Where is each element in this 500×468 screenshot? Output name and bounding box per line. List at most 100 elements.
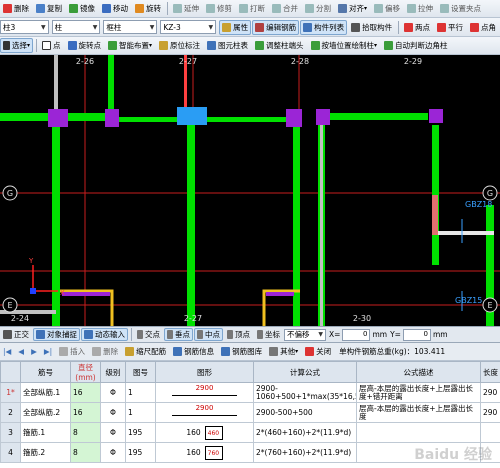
move-button[interactable]: 移动 (99, 1, 131, 16)
table-row[interactable]: 1* 全部纵筋.1 16 Φ 1 2900 2900-1060+500+1*ma… (0, 382, 500, 403)
pick-component-button[interactable]: 拾取构件 (348, 20, 395, 35)
column-header[interactable]: 直径(mm) (70, 361, 101, 383)
smart-layout-button[interactable]: 智能布置 ▾ (105, 38, 155, 53)
delete-row-button[interactable]: 删除 (89, 344, 121, 359)
rebar-library-button[interactable]: 钢筋图库 (218, 344, 265, 359)
row-number[interactable]: 4 (0, 442, 21, 463)
rotate-button[interactable]: 旋转 (132, 1, 164, 16)
rebar-info-button[interactable]: 钢筋信息 (170, 344, 217, 359)
draw-by-wall-button[interactable]: 按墙位置绘制柱 ▾ (308, 38, 381, 53)
object-snap-toggle[interactable]: 对象捕捉 (33, 328, 80, 341)
delete-button[interactable]: 删除 (0, 1, 32, 16)
shape-cell[interactable]: 2900 (155, 382, 254, 403)
figure-number-cell[interactable]: 1 (125, 402, 156, 423)
table-row[interactable]: 3 箍筋.1 8 Φ 195 160 460 2*(460+160)+2*(11.… (0, 422, 500, 443)
diameter-cell[interactable]: 8 (70, 422, 101, 443)
description-cell[interactable]: 层高-本层的露出长度+上层露出长度+错开距离 (356, 382, 481, 403)
description-cell[interactable]: 层高-本层的露出长度+上层露出长度 (356, 402, 481, 423)
align-button[interactable]: 对齐 ▾ (335, 1, 370, 16)
column-header[interactable]: 图号 (125, 361, 156, 383)
in-place-annotation-button[interactable]: 原位标注 (156, 38, 203, 53)
shape-cell[interactable]: 160 460 (155, 422, 254, 443)
drawing-canvas[interactable]: 2-26 2-27 2-28 2-29 2-24 2-27 2-30 G E G… (0, 55, 500, 326)
name-select[interactable]: KZ-3 ▼ (160, 20, 217, 34)
copy-button[interactable]: 复制 (33, 1, 65, 16)
figure-number-cell[interactable]: 195 (125, 442, 156, 463)
split-button[interactable]: 分割 (302, 1, 334, 16)
category-select[interactable]: 柱 ▼ (51, 20, 101, 34)
grade-cell[interactable]: Φ (100, 422, 126, 443)
column-header[interactable]: 公式描述 (356, 361, 481, 383)
grade-cell[interactable]: Φ (100, 442, 126, 463)
offset-mode-select[interactable]: 不偏移 ▼ (284, 328, 326, 341)
select-button[interactable]: 选择 ▾ (0, 38, 34, 53)
row-number[interactable]: 3 (0, 422, 21, 443)
shape-cell[interactable]: 160 760 (155, 442, 254, 463)
formula-cell[interactable]: 2900-1060+500+1*max(35*16,500) (253, 382, 357, 403)
grade-cell[interactable]: Φ (100, 382, 126, 403)
prev-record-button[interactable]: ◀ (15, 344, 27, 359)
y-input[interactable]: 0 (402, 328, 431, 341)
row-number[interactable]: 1* (0, 382, 21, 403)
last-record-button[interactable]: ▶| (41, 344, 55, 359)
rebar-name-cell[interactable]: 全部纵筋.2 (20, 402, 71, 423)
shape-cell[interactable]: 2900 (155, 402, 254, 423)
length-cell[interactable]: 290 (480, 402, 500, 423)
midpoint-toggle[interactable]: 中点 (194, 328, 223, 341)
column-header[interactable]: 图形 (155, 361, 254, 383)
x-input[interactable]: 0 (342, 328, 371, 341)
figure-number-cell[interactable]: 1 (125, 382, 156, 403)
mirror-button[interactable]: 镜像 (66, 1, 98, 16)
formula-cell[interactable]: 2*(760+160)+2*(11.9*d) (253, 442, 357, 463)
formula-cell[interactable]: 2*(460+160)+2*(11.9*d) (253, 422, 357, 443)
diameter-cell[interactable]: 16 (70, 382, 101, 403)
diameter-cell[interactable]: 16 (70, 402, 101, 423)
grade-cell[interactable]: Φ (100, 402, 126, 423)
first-record-button[interactable]: |◀ (0, 344, 14, 359)
extend-button[interactable]: 延伸 (170, 1, 202, 16)
type-select[interactable]: 框柱 ▼ (103, 20, 158, 34)
two-points-button[interactable]: 两点 (401, 20, 433, 35)
description-cell[interactable] (356, 422, 481, 443)
vertex-toggle[interactable]: 顶点 (224, 328, 253, 341)
trim-button[interactable]: 修剪 (203, 1, 235, 16)
insert-button[interactable]: 插入 (56, 344, 88, 359)
column-header[interactable]: 长度 (480, 361, 500, 383)
scale-rebar-button[interactable]: 缩尺配筋 (122, 344, 169, 359)
set-grip-button[interactable]: 设置夹点 (437, 1, 484, 16)
coordinate-toggle[interactable]: 坐标 (254, 328, 283, 341)
column-header[interactable]: 筋号 (20, 361, 71, 383)
length-cell[interactable] (480, 422, 500, 443)
rotate-point-button[interactable]: 旋转点 (65, 38, 105, 53)
dynamic-input-toggle[interactable]: 动态输入 (81, 328, 128, 341)
auto-corner-button[interactable]: 自动判断边角柱 (381, 38, 451, 53)
column-table-button[interactable]: 图元柱表 (204, 38, 251, 53)
row-number[interactable]: 2 (0, 402, 21, 423)
offset-button[interactable]: 偏移 (371, 1, 403, 16)
close-button[interactable]: 关闭 (302, 344, 334, 359)
figure-number-cell[interactable]: 195 (125, 422, 156, 443)
rebar-name-cell[interactable]: 箍筋.1 (20, 422, 71, 443)
properties-button[interactable]: 属性 (219, 19, 252, 35)
floor-select[interactable]: 柱3 ▼ (0, 20, 49, 34)
merge-button[interactable]: 合并 (269, 1, 301, 16)
other-button[interactable]: 其他 ▾ (266, 344, 301, 359)
point-angle-button[interactable]: 点角 (467, 20, 499, 35)
edit-rebar-button[interactable]: 编辑钢筋 (252, 19, 300, 35)
point-button[interactable]: 点 (39, 38, 64, 53)
component-list-button[interactable]: 构件列表 (300, 19, 348, 35)
rebar-name-cell[interactable]: 全部纵筋.1 (20, 382, 71, 403)
column-header[interactable]: 级别 (100, 361, 126, 383)
perpendicular-toggle[interactable]: 垂点 (164, 328, 193, 341)
column-header[interactable]: 计算公式 (253, 361, 357, 383)
stretch-button[interactable]: 拉伸 (404, 1, 436, 16)
intersection-toggle[interactable]: 交点 (134, 328, 163, 341)
table-row[interactable]: 2 全部纵筋.2 16 Φ 1 2900 2900-500+500 层高-本层的… (0, 402, 500, 423)
next-record-button[interactable]: ▶ (28, 344, 40, 359)
ortho-toggle[interactable]: 正交 (0, 328, 32, 341)
diameter-cell[interactable]: 8 (70, 442, 101, 463)
adjust-column-end-button[interactable]: 调整柱端头 (252, 38, 307, 53)
formula-cell[interactable]: 2900-500+500 (253, 402, 357, 423)
break-button[interactable]: 打断 (236, 1, 268, 16)
parallel-button[interactable]: 平行 (434, 20, 466, 35)
